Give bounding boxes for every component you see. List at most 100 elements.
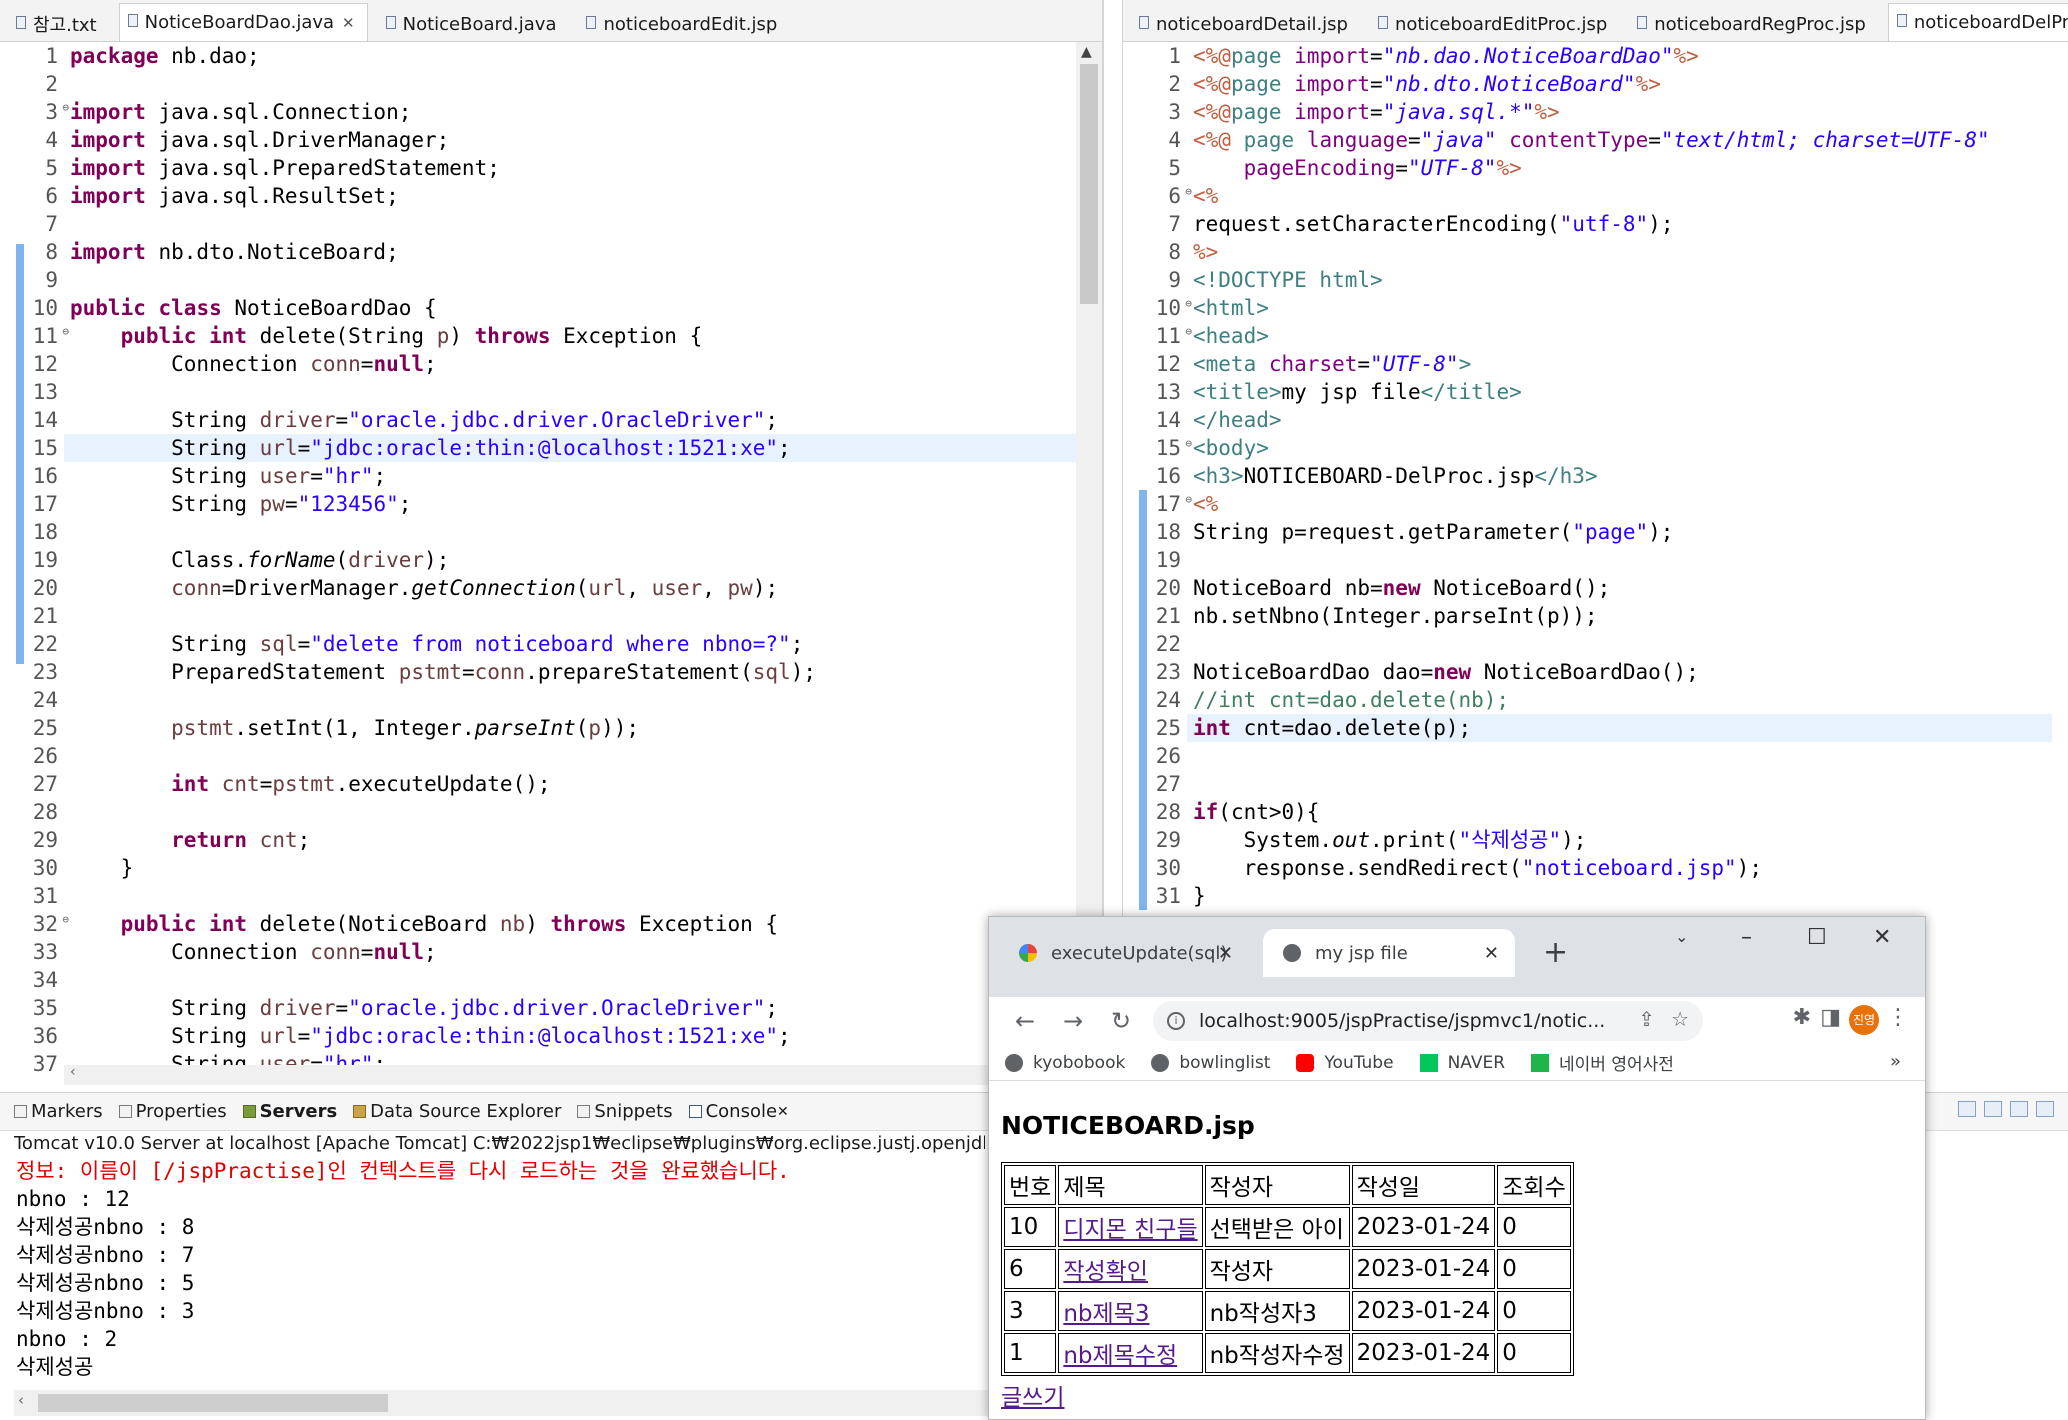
post-title-link[interactable]: nb제목3 [1063,1301,1149,1327]
code-line[interactable]: 11<head> [1123,318,2068,350]
code-line[interactable]: 12 Connection conn=null; [0,350,1102,378]
pin-console-icon[interactable] [1958,1101,1976,1117]
profile-avatar[interactable]: 진영 [1849,1005,1879,1035]
reload-button[interactable]: ↻ [1097,1007,1145,1035]
forward-button[interactable]: → [1049,1007,1097,1035]
editor-tab-left-0[interactable]: 참고.txt [8,7,109,41]
code-line[interactable]: 24 [0,686,1102,714]
close-tab-icon[interactable]: ✕ [342,14,355,32]
tab-search-icon[interactable]: ⌄ [1675,927,1688,946]
horizontal-scrollbar[interactable]: ‹ [64,1064,1076,1085]
view-tab-servers[interactable]: Servers [242,1101,337,1122]
code-line[interactable]: 3 <%@page import="java.sql.*"%> [1123,98,2068,126]
console-horizontal-scrollbar[interactable]: ‹ [14,1390,989,1416]
code-line[interactable]: 28 if(cnt>0){ [1123,798,2068,826]
code-line[interactable]: 10 public class NoticeBoardDao { [0,294,1102,322]
write-post-link[interactable]: 글쓰기 [1001,1378,1064,1412]
code-line[interactable]: 26 [0,742,1102,770]
editor-tab-right-3[interactable]: noticeboardDelProc.jsp [1887,3,2068,41]
code-line[interactable]: 30 response.sendRedirect("noticeboard.js… [1123,854,2068,882]
view-tab-snippets[interactable]: Snippets [577,1101,673,1122]
code-line[interactable]: 18 [0,518,1102,546]
browser-tab-executeupdate[interactable]: executeUpdate(sql) ✕ [999,929,1249,977]
code-line[interactable]: 31} [1123,882,2068,910]
code-line[interactable]: 8 %> [1123,238,2068,266]
post-title-link[interactable]: nb제목수정 [1063,1343,1177,1369]
code-line[interactable]: 10<html> [1123,290,2068,322]
bookmark-item[interactable]: 네이버 영어사전 [1531,1050,1674,1075]
view-tab-markers[interactable]: Markers [14,1101,103,1122]
code-line[interactable]: 12 <meta charset="UTF-8"> [1123,350,2068,378]
more-bookmarks-icon[interactable]: » [1890,1051,1901,1072]
menu-kebab-icon[interactable]: ⋮ [1887,1005,1909,1030]
code-line[interactable]: 20 NoticeBoard nb=new NoticeBoard(); [1123,574,2068,602]
code-line[interactable]: 6<% [1123,178,2068,210]
vertical-scrollbar[interactable]: ▲ [1076,42,1102,1065]
post-title-link[interactable]: 작성확인 [1063,1259,1148,1285]
editor-tab-right-1[interactable]: noticeboardEditProc.jsp [1370,7,1619,41]
bookmark-item[interactable]: YouTube [1296,1053,1394,1073]
code-line[interactable]: 5 import java.sql.PreparedStatement; [0,154,1102,182]
code-line[interactable]: 14 </head> [1123,406,2068,434]
editor-tab-right-2[interactable]: noticeboardRegProc.jsp [1629,7,1878,41]
scrollbar-thumb[interactable] [1080,64,1098,304]
view-tab-data-source-explorer[interactable]: Data Source Explorer [353,1101,561,1122]
code-line[interactable]: 9 <!DOCTYPE html> [1123,266,2068,294]
code-line[interactable]: 6 import java.sql.ResultSet; [0,182,1102,210]
code-line[interactable]: 29 System.out.print("삭제성공"); [1123,826,2068,854]
code-line[interactable]: 2 <%@page import="nb.dto.NoticeBoard"%> [1123,70,2068,98]
code-line[interactable]: 19 Class.forName(driver); [0,546,1102,574]
close-tab-icon[interactable]: ✕ [1218,943,1233,964]
code-line[interactable]: 13 <title>my jsp file</title> [1123,378,2068,406]
view-tab-console[interactable]: Console ✕ [688,1101,789,1122]
minimize-button[interactable]: – [1741,925,1752,950]
address-bar[interactable]: i localhost:9005/jspPractise/jspmvc1/not… [1153,1001,1703,1041]
code-line[interactable]: 27 int cnt=pstmt.executeUpdate(); [0,770,1102,798]
code-line[interactable]: 35 String driver="oracle.jdbc.driver.Ora… [0,994,1102,1022]
site-info-icon[interactable]: i [1167,1012,1185,1030]
code-line[interactable]: 25 int cnt=dao.delete(p); [1123,714,2068,742]
code-line[interactable]: 13 [0,378,1102,406]
code-line[interactable]: 29 return cnt; [0,826,1102,854]
code-line[interactable]: 27 [1123,770,2068,798]
code-line[interactable]: 23 PreparedStatement pstmt=conn.prepareS… [0,658,1102,686]
code-line[interactable]: 18 String p=request.getParameter("page"); [1123,518,2068,546]
code-line[interactable]: 4 import java.sql.DriverManager; [0,126,1102,154]
bookmark-star-icon[interactable]: ☆ [1671,1007,1689,1031]
code-line[interactable]: 14 String driver="oracle.jdbc.driver.Ora… [0,406,1102,434]
scroll-left-icon[interactable]: ‹ [70,1064,76,1080]
code-line[interactable]: 25 pstmt.setInt(1, Integer.parseInt(p)); [0,714,1102,742]
code-line[interactable]: 22 [1123,630,2068,658]
code-line[interactable]: 8 import nb.dto.NoticeBoard; [0,238,1102,266]
code-line[interactable]: 3import java.sql.Connection; [0,94,1102,126]
code-line[interactable]: 16 <h3>NOTICEBOARD-DelProc.jsp</h3> [1123,462,2068,490]
bookmark-item[interactable]: bowlinglist [1151,1053,1270,1073]
back-button[interactable]: ← [1001,1007,1049,1035]
editor-tab-left-2[interactable]: NoticeBoard.java [378,7,569,41]
code-line[interactable]: 19 [1123,546,2068,574]
code-line[interactable]: 20 conn=DriverManager.getConnection(url,… [0,574,1102,602]
code-line[interactable]: 21 [0,602,1102,630]
close-window-button[interactable]: ✕ [1873,925,1891,950]
open-console-icon[interactable] [2010,1101,2028,1117]
browser-window[interactable]: executeUpdate(sql) ✕ my jsp file ✕ + ⌄ –… [988,916,1926,1420]
code-line[interactable]: 15 String url="jdbc:oracle:thin:@localho… [0,434,1102,462]
bookmark-item[interactable]: kyobobook [1005,1053,1125,1073]
java-code-area[interactable]: 1 package nb.dao; 2 3import java.sql.Conne… [0,42,1102,1085]
code-line[interactable]: 24 //int cnt=dao.delete(nb); [1123,686,2068,714]
code-line[interactable]: 21 nb.setNbno(Integer.parseInt(p)); [1123,602,2068,630]
code-line[interactable]: 23 NoticeBoardDao dao=new NoticeBoardDao(… [1123,658,2068,686]
code-line[interactable]: 5 pageEncoding="UTF-8"%> [1123,154,2068,182]
display-console-icon[interactable] [1984,1101,2002,1117]
new-tab-button[interactable]: + [1543,938,1568,968]
scroll-up-icon[interactable]: ▲ [1081,44,1092,60]
code-line[interactable]: 33 Connection conn=null; [0,938,1102,966]
code-line[interactable]: 16 String user="hr"; [0,462,1102,490]
close-tab-icon[interactable]: ✕ [1484,943,1499,964]
share-icon[interactable]: ⇪ [1638,1007,1655,1031]
code-line[interactable]: 11 public int delete(String p) throws Ex… [0,318,1102,350]
editor-tab-left-1[interactable]: NoticeBoardDao.java ✕ [118,3,368,41]
code-line[interactable]: 28 [0,798,1102,826]
code-line[interactable]: 34 [0,966,1102,994]
code-line[interactable]: 17<% [1123,486,2068,518]
